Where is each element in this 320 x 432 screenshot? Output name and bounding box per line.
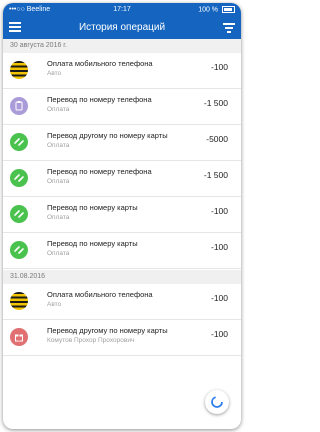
operation-row[interactable]: Оплата мобильного телефона Авто -100 [3,284,241,320]
operation-amount: -100 [210,329,228,339]
operation-subtitle: Оплата [47,142,70,149]
operation-amount: -100 [210,62,228,72]
date-header: 31.08.2016 [3,270,241,284]
operation-amount: -100 [210,242,228,252]
operation-amount: -1 500 [203,98,228,108]
battery-icon [222,6,235,13]
operation-subtitle: Комутов Прохор Прохорович [47,337,135,344]
date-label: 30 августа 2016 г. [10,42,67,49]
transfer-icon [10,133,28,151]
operation-row[interactable]: Перевод другому по номеру карты Оплата -… [3,125,241,161]
transfer-icon [10,169,28,187]
operation-amount: -100 [210,206,228,216]
date-label: 31.08.2016 [10,273,46,280]
phone-frame: •••○○ Beeline 17:17 100 % История операц… [3,3,241,429]
operation-subtitle: Оплата [47,250,70,257]
operation-title: Перевод другому по номеру карты [47,326,168,335]
operation-row[interactable]: Перевод по номеру карты Оплата -100 [3,197,241,233]
loader-ring-icon [211,396,223,408]
gift-icon [10,328,28,346]
operation-subtitle: Оплата [47,214,70,221]
status-bar: •••○○ Beeline 17:17 100 % [3,3,241,17]
clipboard-icon [10,97,28,115]
operation-row[interactable]: Перевод по номеру телефона Оплата -1 500 [3,89,241,125]
operation-row[interactable]: Перевод по номеру карты Оплата -100 [3,233,241,269]
filter-icon[interactable] [223,23,235,34]
battery-label: 100 % [198,6,219,14]
transfer-icon [10,241,28,259]
page-title: История операций [78,22,166,33]
operation-title: Перевод по номеру карты [47,239,138,248]
date-header: 30 августа 2016 г. [3,39,241,53]
operation-title: Оплата мобильного телефона [47,59,153,68]
operation-amount: -5000 [206,134,228,144]
operation-title: Оплата мобильного телефона [47,290,153,299]
operation-subtitle: Авто [47,70,62,77]
operation-title: Перевод по номеру телефона [47,95,152,104]
battery-status: 100 % [198,6,235,13]
app-bar: История операций [3,17,241,39]
beeline-icon [10,292,28,310]
operation-row[interactable]: Оплата мобильного телефона Авто -100 [3,53,241,89]
operation-subtitle: Оплата [47,178,70,185]
beeline-icon [10,61,28,79]
support-fab-button[interactable] [205,390,229,414]
operation-row[interactable]: Перевод другому по номеру карты Комутов … [3,320,241,356]
operation-title: Перевод по номеру карты [47,203,138,212]
operation-amount: -1 500 [203,170,228,180]
operation-subtitle: Оплата [47,106,70,113]
operation-row[interactable]: Перевод по номеру телефона Оплата -1 500 [3,161,241,197]
operation-title: Перевод другому по номеру карты [47,131,168,140]
operation-subtitle: Авто [47,301,62,308]
screen: •••○○ Beeline 17:17 100 % История операц… [0,0,248,432]
transfer-icon [10,205,28,223]
operation-title: Перевод по номеру телефона [47,167,152,176]
operation-amount: -100 [210,293,228,303]
